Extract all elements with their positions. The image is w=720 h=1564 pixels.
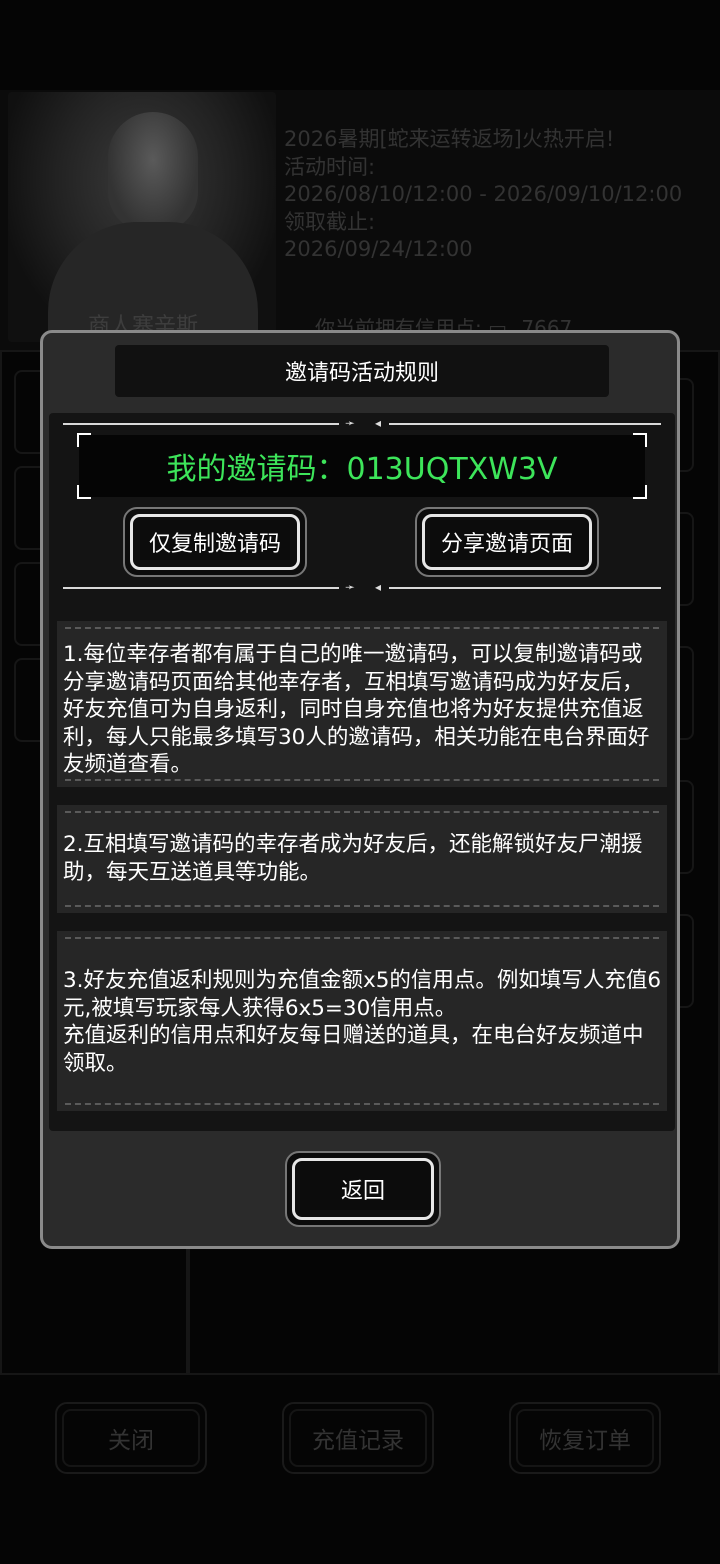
arrow-left-icon: ◂ [375,416,382,430]
ornament-divider: ➛ ◂ [63,416,661,430]
copy-invite-code-label: 仅复制邀请码 [148,532,281,557]
event-time-range: 2026/08/10/12:00 - 2026/09/10/12:00 [284,182,683,206]
ornament-divider: ➛ ◂ [63,580,661,594]
rule-card-2: 2.互相填写邀请码的幸存者成为好友后，还能解锁好友尸潮援助，每天互送道具等功能。 [57,805,667,913]
arrow-left-icon: ◂ [375,580,382,594]
event-time-label: 活动时间: [284,154,376,179]
invite-code-display: 我的邀请码：013UQTXW3V [77,433,647,499]
claim-deadline-label: 领取截止: [284,209,376,234]
rule-text-3: 3.好友充值返利规则为充值金额x5的信用点。例如填写人充值6元,被填写玩家每人获… [63,968,662,1076]
restore-order-button[interactable]: 恢复订单 [509,1402,661,1474]
event-info: 2026暑期[蛇来运转返场]火热开启! 活动时间: 2026/08/10/12:… [284,126,704,264]
rule-text-1: 1.每位幸存者都有属于自己的唯一邀请码，可以复制邀请码或分享邀请码页面给其他幸存… [63,642,650,777]
return-button-label: 返回 [340,1179,385,1204]
recharge-history-button[interactable]: 充值记录 [282,1402,434,1474]
share-invite-page-button[interactable]: 分享邀请页面 [415,507,599,577]
claim-deadline-value: 2026/09/24/12:00 [284,237,473,261]
share-invite-page-label: 分享邀请页面 [440,532,573,557]
rule-card-1: 1.每位幸存者都有属于自己的唯一邀请码，可以复制邀请码或分享邀请码页面给其他幸存… [57,621,667,787]
rule-card-3: 3.好友充值返利规则为充值金额x5的信用点。例如填写人充值6元,被填写玩家每人获… [57,931,667,1111]
close-button[interactable]: 关闭 [55,1402,207,1474]
rule-text-2: 2.互相填写邀请码的幸存者成为好友后，还能解锁好友尸潮援助，每天互送道具等功能。 [63,832,643,885]
event-title: 2026暑期[蛇来运转返场]火热开启! [284,127,615,151]
merchant-portrait [8,92,276,342]
return-button[interactable]: 返回 [285,1151,441,1227]
dialog-title-bar: 邀请码活动规则 [115,345,609,397]
invite-code-text: 我的邀请码：013UQTXW3V [166,452,558,487]
arrow-right-icon: ➛ [345,416,356,430]
dialog-body: ➛ ◂ 我的邀请码：013UQTXW3V 仅复制邀请码 分享邀请页面 ➛ ◂ 1… [49,413,675,1131]
dialog-title: 邀请码活动规则 [284,361,439,386]
copy-invite-code-button[interactable]: 仅复制邀请码 [123,507,307,577]
invite-rules-dialog: 邀请码活动规则 ➛ ◂ 我的邀请码：013UQTXW3V 仅复制邀请码 分享邀请… [40,330,680,1249]
arrow-right-icon: ➛ [345,580,356,594]
